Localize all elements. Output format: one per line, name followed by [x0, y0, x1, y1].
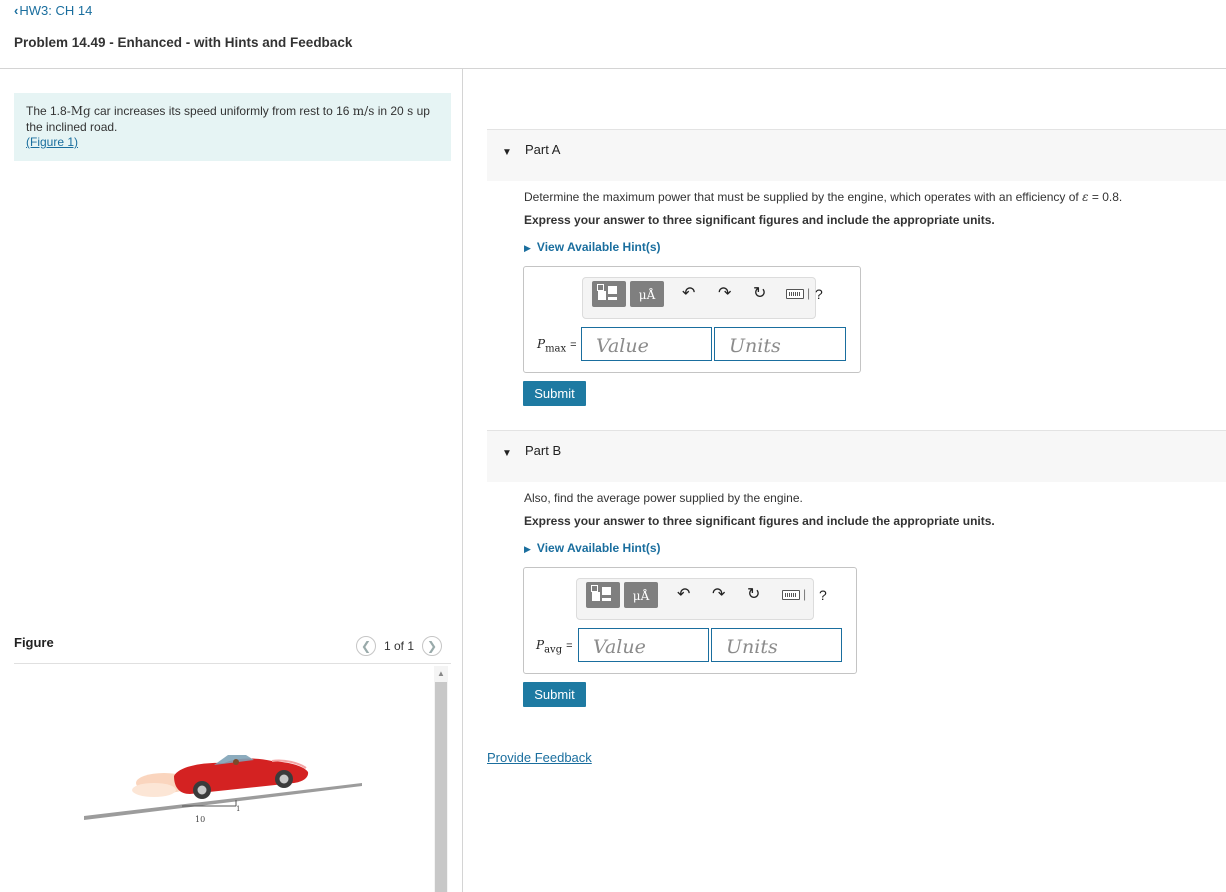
figure-image: 10 1 [84, 755, 362, 824]
figure-link[interactable]: (Figure 1) [26, 135, 78, 149]
var-sub: max [545, 343, 567, 355]
units-button[interactable]: μÅ [630, 281, 664, 307]
help-button[interactable]: ? [815, 286, 823, 302]
p-max-label: Pmax = [537, 337, 577, 354]
part-a-instruction: Express your answer to three significant… [524, 213, 995, 227]
figure-counter: 1 of 1 [384, 639, 415, 653]
help-button[interactable]: ? [819, 587, 827, 603]
chevron-right-icon: ❯ [427, 639, 438, 653]
problem-statement: The 1.8-Mg car increases its speed unifo… [14, 93, 451, 161]
collapse-triangle-icon: ▼ [502, 448, 512, 459]
scroll-up-icon[interactable]: ▲ [435, 668, 447, 680]
part-b-question: Also, find the average power supplied by… [524, 491, 803, 505]
part-a-question: Determine the maximum power that must be… [524, 190, 1122, 204]
var-main: P [537, 337, 546, 351]
part-a-title: Part A [525, 142, 561, 157]
redo-icon[interactable]: ↷ [712, 585, 725, 605]
templates-button[interactable] [586, 582, 620, 608]
part-b-submit-button[interactable]: Submit [523, 682, 586, 707]
column-divider [462, 68, 463, 892]
question-text: = 0.8. [1088, 190, 1123, 204]
units-button[interactable]: μÅ [624, 582, 658, 608]
unit-ms: m/s [352, 104, 375, 118]
problem-title: Problem 14.49 - Enhanced - with Hints an… [14, 35, 353, 50]
part-b-header[interactable]: ▼ Part B [487, 430, 1226, 482]
figure-next-button[interactable]: ❯ [422, 636, 443, 656]
header-divider [0, 68, 1226, 69]
part-b-title: Part B [525, 443, 562, 458]
var-sub: avg [544, 644, 563, 656]
statement-text: car increases its speed uniformly from r… [90, 104, 353, 118]
figure-prev-button[interactable]: ❮ [356, 636, 376, 656]
equals-sign: = [570, 339, 577, 351]
part-b-units-input[interactable] [711, 628, 842, 662]
unit-mg: Mg [70, 104, 91, 118]
hint-label: View Available Hint(s) [536, 541, 661, 555]
templates-icon [591, 585, 598, 592]
undo-icon[interactable]: ↶ [677, 585, 690, 605]
part-a-units-input[interactable] [714, 327, 846, 361]
slope-run-label: 10 [195, 815, 205, 824]
statement-text: in 20 [374, 104, 408, 118]
redo-icon[interactable]: ↷ [718, 284, 731, 304]
part-a-answer-box: μÅ ↶ ↷ ↻ | ? Pmax = [523, 266, 861, 373]
back-link-label: HW3: CH 14 [19, 3, 93, 18]
figure-label: Figure [14, 635, 54, 650]
expand-triangle-icon: ▶ [524, 544, 531, 554]
part-a-hint-toggle[interactable]: ▶ View Available Hint(s) [524, 240, 661, 254]
expand-triangle-icon: ▶ [524, 243, 531, 253]
part-b-value-input[interactable] [578, 628, 709, 662]
chevron-left-icon: ❮ [360, 639, 372, 653]
var-main: P [536, 638, 545, 652]
figure-scroll-thumb[interactable] [435, 682, 447, 892]
keyboard-icon[interactable] [782, 590, 800, 600]
figure-divider [14, 663, 451, 664]
templates-button[interactable] [592, 281, 626, 307]
part-a-submit-button[interactable]: Submit [523, 381, 586, 406]
undo-icon[interactable]: ↶ [682, 284, 695, 304]
hint-label: View Available Hint(s) [536, 240, 661, 254]
part-b-answer-box: μÅ ↶ ↷ ↻ | ? Pavg = [523, 567, 857, 674]
toolbar-separator: | [807, 286, 811, 300]
toolbar-separator: | [803, 587, 807, 601]
slope-rise-label: 1 [236, 805, 240, 813]
collapse-triangle-icon: ▼ [502, 147, 512, 158]
reset-icon[interactable]: ↻ [753, 284, 766, 304]
keyboard-icon[interactable] [786, 289, 804, 299]
p-avg-label: Pavg = [536, 638, 573, 655]
part-b-instruction: Express your answer to three significant… [524, 514, 995, 528]
figure-pager: ❮ 1 of 1 ❯ [356, 635, 443, 657]
provide-feedback-link[interactable]: Provide Feedback [487, 750, 592, 765]
part-b-hint-toggle[interactable]: ▶ View Available Hint(s) [524, 541, 661, 555]
part-a-header[interactable]: ▼ Part A [487, 129, 1226, 181]
reset-icon[interactable]: ↻ [747, 585, 760, 605]
math-toolbar: μÅ ↶ ↷ ↻ | ? [576, 578, 827, 620]
templates-icon [597, 284, 604, 291]
statement-text: The 1.8- [26, 104, 71, 118]
math-toolbar: μÅ ↶ ↷ ↻ | ? [582, 277, 823, 319]
question-text: Determine the maximum power that must be… [524, 190, 1083, 204]
equals-sign: = [566, 640, 573, 652]
chevron-left-icon: ‹ [14, 3, 19, 18]
back-to-assignment-link[interactable]: ‹HW3: CH 14 [14, 3, 92, 18]
part-a-value-input[interactable] [581, 327, 712, 361]
